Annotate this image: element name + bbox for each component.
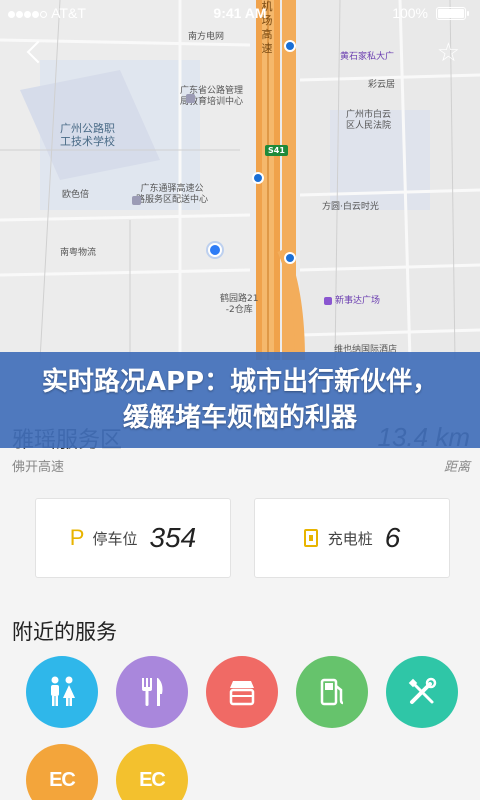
current-location-marker [208,243,222,257]
toilet-icon [51,676,75,706]
restaurant-button[interactable] [116,656,188,728]
gas-station-button[interactable] [296,656,368,728]
map-label-fangyuan: 方圆·白云时光 [322,202,379,212]
service-area-info: 雅瑶服务区 佛开高速 13.4 km 距离 P 停车位 354 充电桩 6 附近… [0,420,480,800]
map-label-nanyue: 南粤物流 [60,248,97,258]
parking-count: 354 [149,522,197,553]
charging-card[interactable]: 充电桩 6 [254,498,450,578]
ec-icon: EC [139,768,166,791]
store-icon [229,681,255,706]
map-label-highway-school: 广州公路职 工技术学校 [60,122,115,148]
repair-button[interactable] [386,656,458,728]
map-label-court: 广州市白云 区人民法院 [346,110,392,131]
ec-icon: EC [49,768,76,791]
fork-knife-icon [142,678,163,706]
parking-label: 停车位 [92,529,138,548]
back-button[interactable] [22,38,46,68]
map-label-nanfang: 南方电网 [188,32,225,42]
government-icon [186,94,195,103]
ec-service-button[interactable]: EC [26,744,98,800]
bus-stop-icon[interactable] [284,252,296,264]
wrench-screwdriver-icon [408,677,437,704]
battery-percent: 100% [392,5,428,21]
map-label-yinglu: 鹤园路21 -2仓库 [220,294,259,315]
map-label-xinshida: 新事达广场 [324,296,380,307]
headline-banner: 实时路况APP：城市出行新伙伴，缓解堵车烦恼的利器 [0,352,480,448]
government-icon [132,196,141,205]
map-label-expressway-service: 广东通驿高速公 路服务区配送中心 [136,184,209,205]
toilet-button[interactable] [26,656,98,728]
parking-card[interactable]: P 停车位 354 [35,498,231,578]
distance-label: 距离 [443,460,470,475]
favorite-button[interactable]: ☆ [437,40,460,66]
parking-icon: P [69,525,85,550]
status-bar: AT&T 9:41 AM 100% [0,0,480,26]
bus-stop-icon[interactable] [284,40,296,52]
ec-service-button[interactable]: EC [116,744,188,800]
battery-icon [436,7,469,20]
star-icon: ☆ [436,38,460,68]
route-shield: S41 [265,145,288,156]
store-button[interactable] [206,656,278,728]
charging-label: 充电桩 [327,529,373,548]
map-label-caiyun: 彩云居 [368,80,396,90]
road-name: 佛开高速 [12,460,65,475]
map-label-xinshida-text: 新事达广场 [335,296,381,306]
map-label-dasheng: 欧色倍 [62,190,90,200]
charging-station-icon [303,529,318,547]
map-view[interactable]: 南方电网 机场高速 广东省公路管理 局教育培训中心 黄石家私大广 彩云居 广州公… [0,0,480,360]
headline-text: 实时路况APP：城市出行新伙伴，缓解堵车烦恼的利器 [41,367,439,433]
bus-stop-icon[interactable] [252,172,264,184]
charging-count: 6 [384,522,401,553]
map-label-huangshijia-text: 黄石家私大广 [340,52,395,62]
nearby-services-title: 附近的服务 [12,620,117,644]
fuel-pump-icon [320,678,344,706]
map-label-huangshijia: 黄石家私大广 [340,52,394,63]
shop-icon [324,296,332,305]
